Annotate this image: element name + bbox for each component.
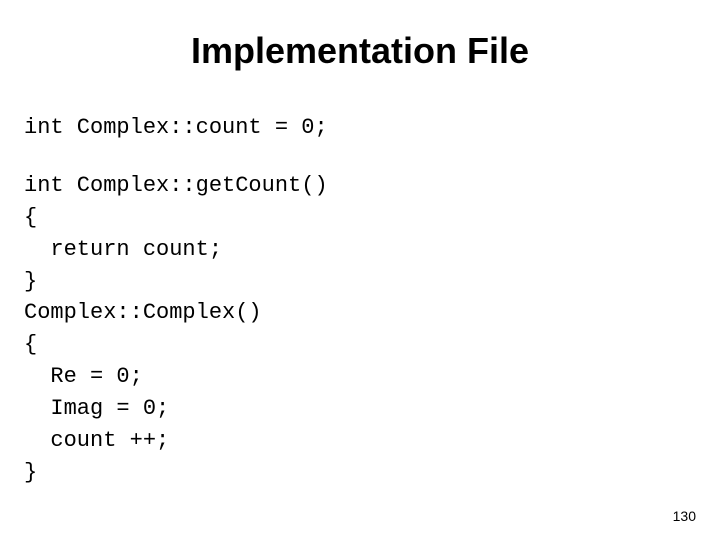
code-block-1: int Complex::count = 0; [24, 112, 700, 144]
slide-title: Implementation File [20, 30, 700, 72]
slide: Implementation File int Complex::count =… [0, 0, 720, 540]
page-number: 130 [673, 508, 696, 524]
code-block-2: int Complex::getCount() { return count; … [24, 170, 700, 489]
